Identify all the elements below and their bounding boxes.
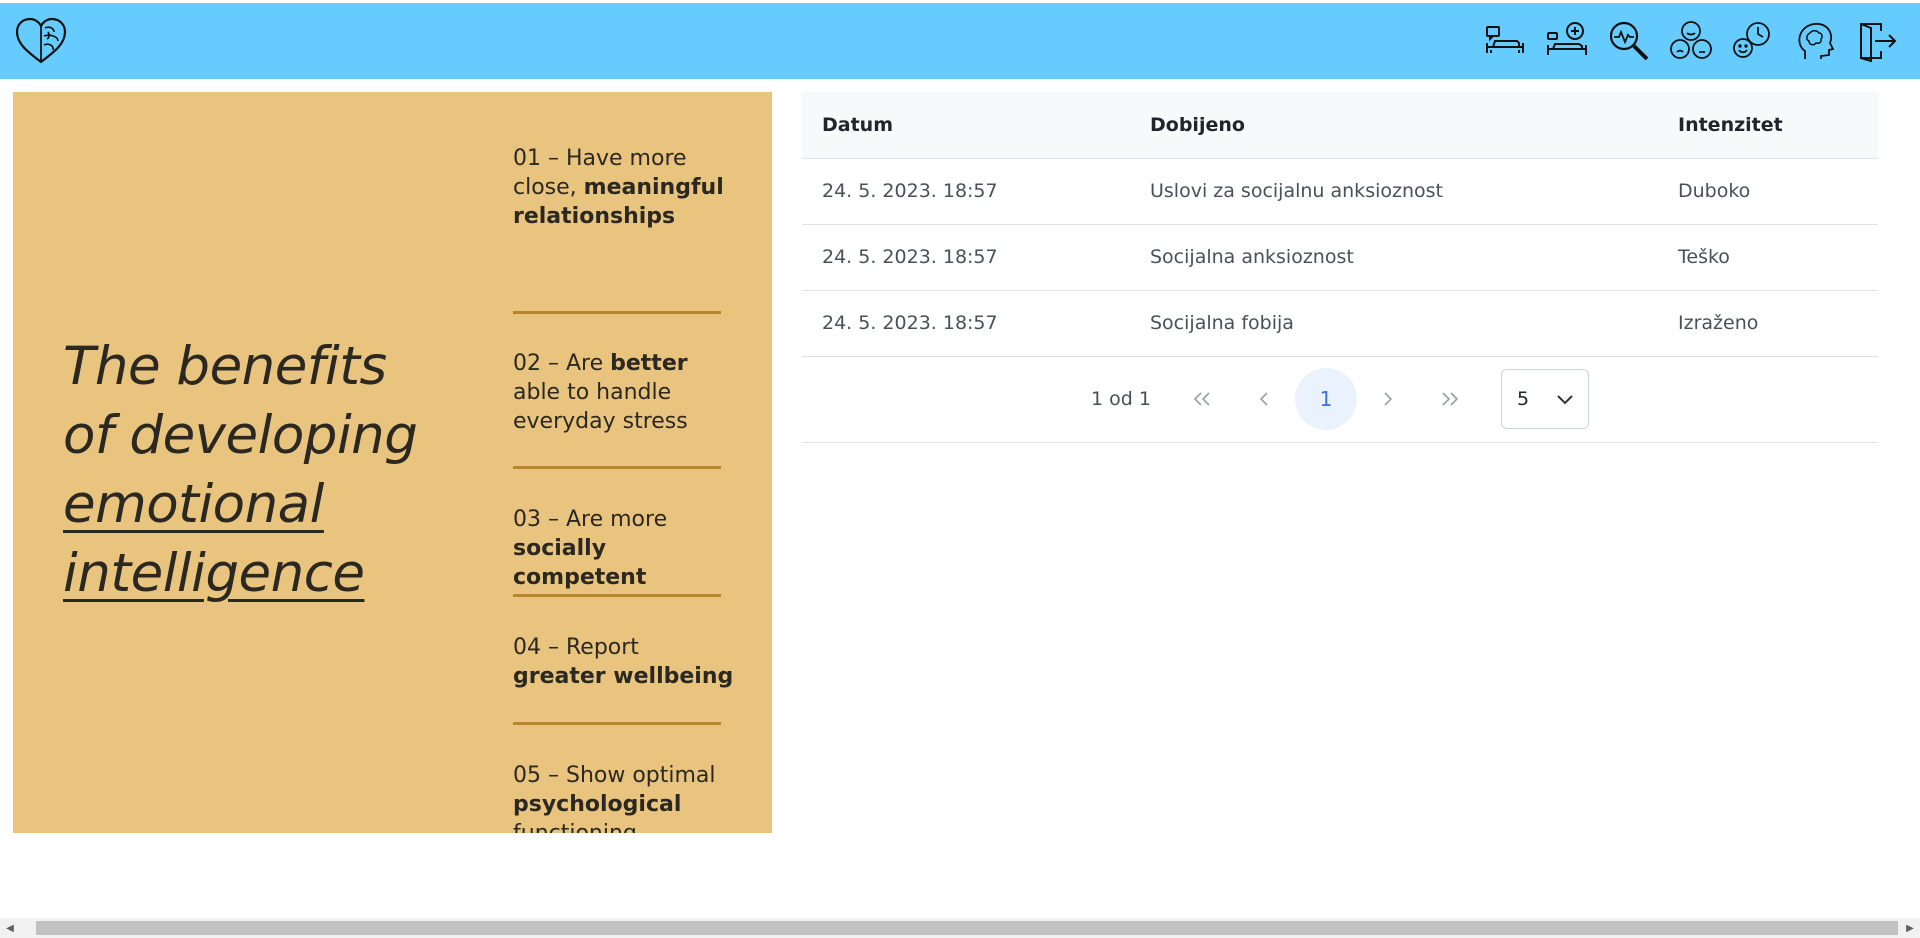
scrollbar-thumb[interactable] [36,921,1898,935]
page-size-value: 5 [1516,388,1530,410]
cell-datum: 24. 5. 2023. 18:57 [802,224,1130,291]
page-info: 1 od 1 [1091,388,1151,410]
mood-history-icon[interactable] [1722,10,1784,72]
benefit-item: 03 – Are more socially competent [513,507,668,590]
benefit-item: 02 – Are better able to handle everyday … [513,351,688,434]
cell-intenzitet: Izraženo [1658,290,1878,357]
nav-icons [1474,10,1908,72]
benefit-item: 04 – Report greater wellbeing [513,635,734,689]
chevron-left-icon [1259,392,1268,406]
table-header-row: Datum Dobijeno Intenzitet [802,92,1878,159]
therapy-couch-chat-icon[interactable] [1474,10,1536,72]
mind-head-icon[interactable] [1784,10,1846,72]
divider [513,311,721,314]
scroll-left-arrow-icon[interactable]: ◀ [0,918,20,938]
divider [513,722,721,725]
last-page-button[interactable] [1419,368,1481,430]
page-button-current[interactable]: 1 [1294,368,1357,430]
divider [513,594,721,597]
table-row[interactable]: 24. 5. 2023. 18:57 Socijalna anksioznost… [802,224,1878,291]
column-header-datum[interactable]: Datum [802,92,1130,159]
cell-dobijeno: Socijalna fobija [1130,290,1658,357]
results-table: Datum Dobijeno Intenzitet 24. 5. 2023. 1… [802,92,1878,357]
cell-dobijeno: Socijalna anksioznost [1130,224,1658,291]
column-header-intenzitet[interactable]: Intenzitet [1658,92,1878,159]
benefit-item: 05 – Show optimal psychological function… [513,763,716,833]
double-chevron-left-icon [1193,392,1210,406]
cell-datum: 24. 5. 2023. 18:57 [802,290,1130,357]
emotional-intelligence-poster: The benefits of developing emotional int… [13,92,772,833]
paginator: 1 od 1 1 5 [802,357,1878,443]
moods-icon[interactable] [1660,10,1722,72]
chevron-right-icon [1384,392,1393,406]
horizontal-scrollbar[interactable]: ◀ ▶ [0,918,1920,938]
benefit-item: 01 – Have more close, meaningful relatio… [513,146,724,229]
poster-title-line: emotional [63,474,324,535]
search-analysis-icon[interactable] [1598,10,1660,72]
double-chevron-right-icon [1442,392,1459,406]
first-page-button[interactable] [1171,368,1233,430]
poster-title-line: intelligence [63,543,365,604]
scroll-right-arrow-icon[interactable]: ▶ [1900,918,1920,938]
divider [513,466,721,469]
poster-title-line: The benefits [63,336,387,397]
page-size-select[interactable]: 5 [1500,369,1589,429]
cell-intenzitet: Teško [1658,224,1878,291]
brain-heart-logo[interactable] [14,14,68,68]
cell-intenzitet: Duboko [1658,158,1878,225]
cell-datum: 24. 5. 2023. 18:57 [802,158,1130,225]
top-navbar [0,3,1920,79]
poster-title-line: of developing [63,405,418,466]
chevron-down-icon [1557,394,1573,404]
table-row[interactable]: 24. 5. 2023. 18:57 Socijalna fobija Izra… [802,290,1878,357]
next-page-button[interactable] [1357,368,1419,430]
prev-page-button[interactable] [1233,368,1295,430]
results-table-panel: Datum Dobijeno Intenzitet 24. 5. 2023. 1… [802,92,1878,443]
poster-title: The benefits of developing emotional int… [63,332,443,608]
add-therapy-couch-icon[interactable] [1536,10,1598,72]
logout-icon[interactable] [1846,10,1908,72]
table-row[interactable]: 24. 5. 2023. 18:57 Uslovi za socijalnu a… [802,158,1878,225]
column-header-dobijeno[interactable]: Dobijeno [1130,92,1658,159]
cell-dobijeno: Uslovi za socijalnu anksioznost [1130,158,1658,225]
